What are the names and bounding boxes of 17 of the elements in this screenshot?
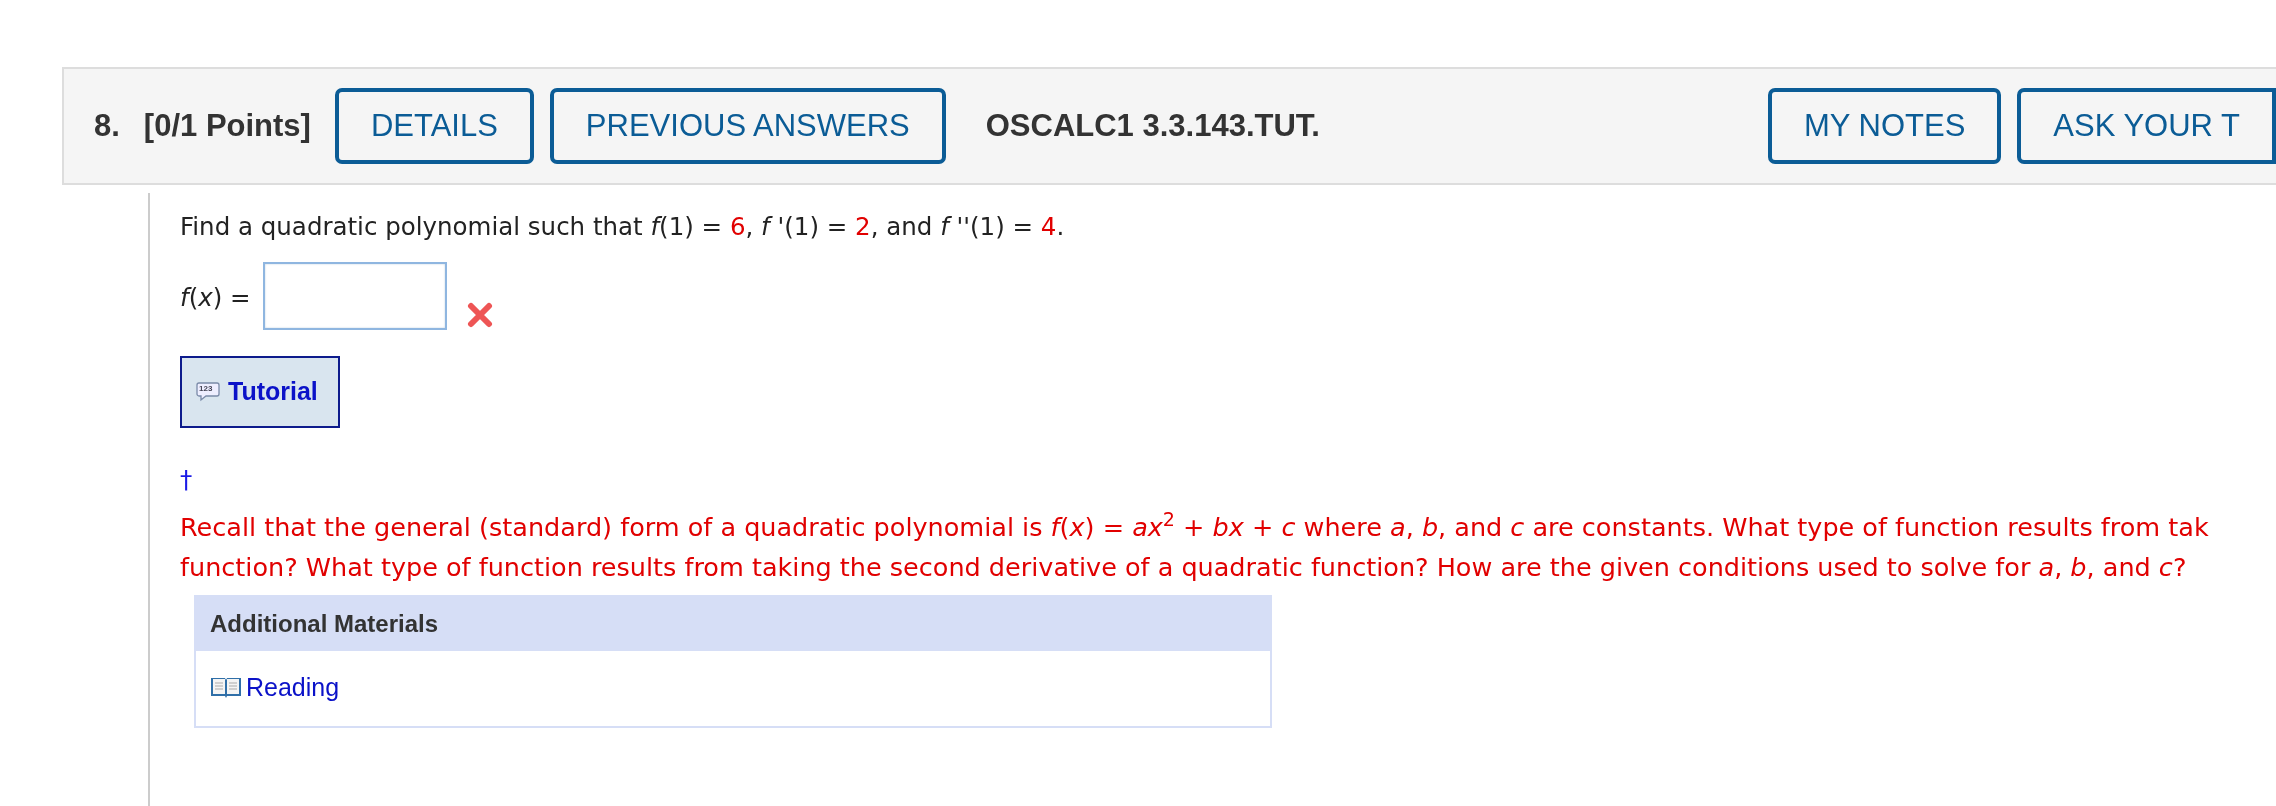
dagger-mark: † — [180, 463, 193, 496]
panel-title: Additional Materials — [210, 608, 439, 639]
reading-link[interactable]: Reading — [246, 668, 340, 706]
question-number: 8. — [94, 106, 120, 145]
header-button[interactable]: PREVIOUS ANSWERS — [549, 88, 946, 164]
book-icon — [210, 676, 242, 699]
hint-text: Recall that the general (standard) form of a quadratic polynomial is f(x) = ax$^{2}$ + bx + c where a, b, and c are constants. What type of function results from tak function? What type of function results from taking the second derivative of a quadratic function? How are the given conditions used to solve for a, b, and c? — [180, 506, 2210, 584]
answer-field[interactable] — [262, 261, 447, 330]
answer-label: f(x) = — [180, 281, 251, 314]
icon-label: 123 — [199, 382, 213, 395]
header-button[interactable]: DETAILS — [334, 88, 534, 164]
header-button[interactable]: ASK YOUR T — [2017, 88, 2276, 164]
question-code: OSCALC1 3.3.143.TUT. — [985, 106, 1320, 145]
question-text: Find a quadratic polynomial such that f(1) = 6, f '(1) = 2, and f ''(1) = 4. — [180, 211, 1066, 243]
header-button[interactable]: MY NOTES — [1768, 88, 2002, 164]
tutorial-button[interactable]: 123 Tutorial — [180, 355, 340, 428]
points-label: [0/1 Points] — [143, 106, 311, 145]
